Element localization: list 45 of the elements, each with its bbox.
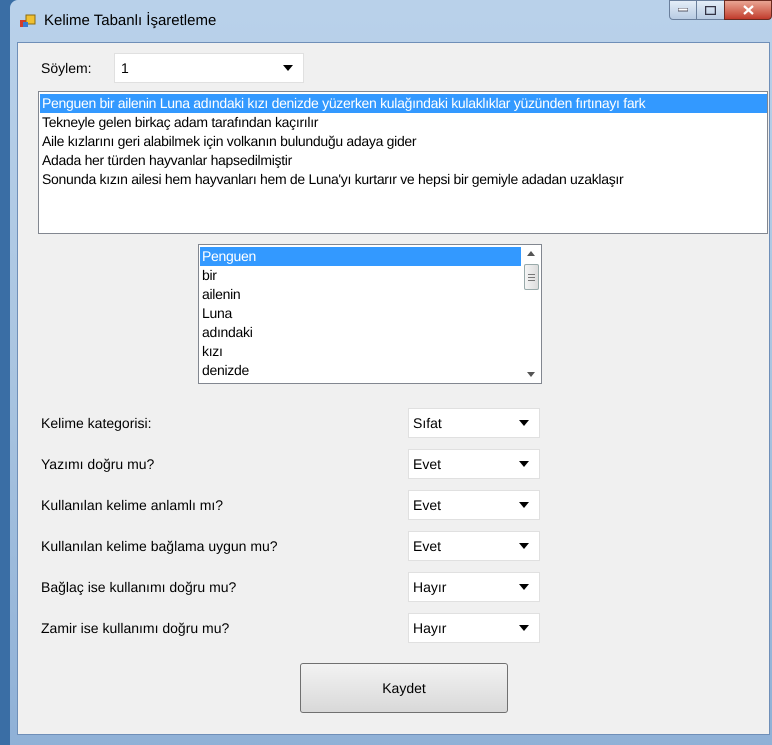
question-label: Yazımı doğru mu? [40,454,156,474]
scroll-up-icon [527,251,535,256]
close-button[interactable] [724,0,772,20]
maximize-icon [705,6,716,14]
dropdown-arrow-icon [519,461,529,467]
window-title: Kelime Tabanlı İşaretleme [44,10,216,31]
dropdown-arrow-icon [519,502,529,508]
maximize-button[interactable] [697,0,724,20]
answer-dropdown[interactable]: Hayır [408,572,540,602]
answer-dropdown[interactable]: Evet [408,531,540,561]
question-label: Zamir ise kullanımı doğru mu? [40,618,230,638]
sentence-item[interactable]: Tekneyle gelen birkaç adam tarafından kaçırılır [40,113,767,132]
word-item[interactable]: kızı [200,342,521,361]
question-label: Kullanılan kelime bağlama uygun mu? [40,536,279,556]
word-item[interactable]: ailenin [200,285,521,304]
sentence-listbox[interactable] [38,91,768,234]
minimize-icon [678,8,688,12]
window-icon [20,13,36,29]
question-label: Kullanılan kelime anlamlı mı? [40,496,224,514]
grip-icon [528,274,534,280]
soylem-label: Söylem: [40,58,93,78]
word-item[interactable]: adındaki [200,323,521,342]
soylem-dropdown[interactable]: 1 [114,53,304,83]
dropdown-arrow-icon [519,420,529,426]
sentence-item[interactable]: Sonunda kızın ailesi hem hayvanları hem de Luna'yı kurtarır ve hepsi bir gemiyle adadan uzaklaşır [40,170,767,189]
answer-dropdown[interactable]: Hayır [408,613,540,643]
word-item[interactable]: denizde [200,361,521,380]
answer-dropdown[interactable]: Evet [408,449,540,479]
sentence-item[interactable]: Adada her türden hayvanlar hapsedilmiştir [40,151,767,170]
close-icon [742,5,754,15]
answer-dropdown[interactable]: Evet [408,490,540,520]
question-label: Bağlaç ise kullanımı doğru mu? [40,578,238,597]
word-item[interactable]: Luna [200,304,521,323]
sentence-item[interactable]: Aile kızlarını geri alabilmek için volkanın bulunduğu adaya gider [40,132,767,151]
save-button[interactable]: Kaydet [300,663,508,713]
word-item[interactable]: bir [200,266,521,285]
scroll-down-icon [527,372,535,377]
question-label: Kelime kategorisi: [40,414,152,433]
minimize-button[interactable] [669,0,697,20]
dropdown-arrow-icon [519,543,529,549]
scroll-thumb[interactable] [524,264,538,290]
answer-dropdown[interactable]: Sıfat [408,408,540,438]
dropdown-arrow-icon [283,65,293,71]
dropdown-arrow-icon [519,584,529,590]
dropdown-arrow-icon [519,625,529,631]
